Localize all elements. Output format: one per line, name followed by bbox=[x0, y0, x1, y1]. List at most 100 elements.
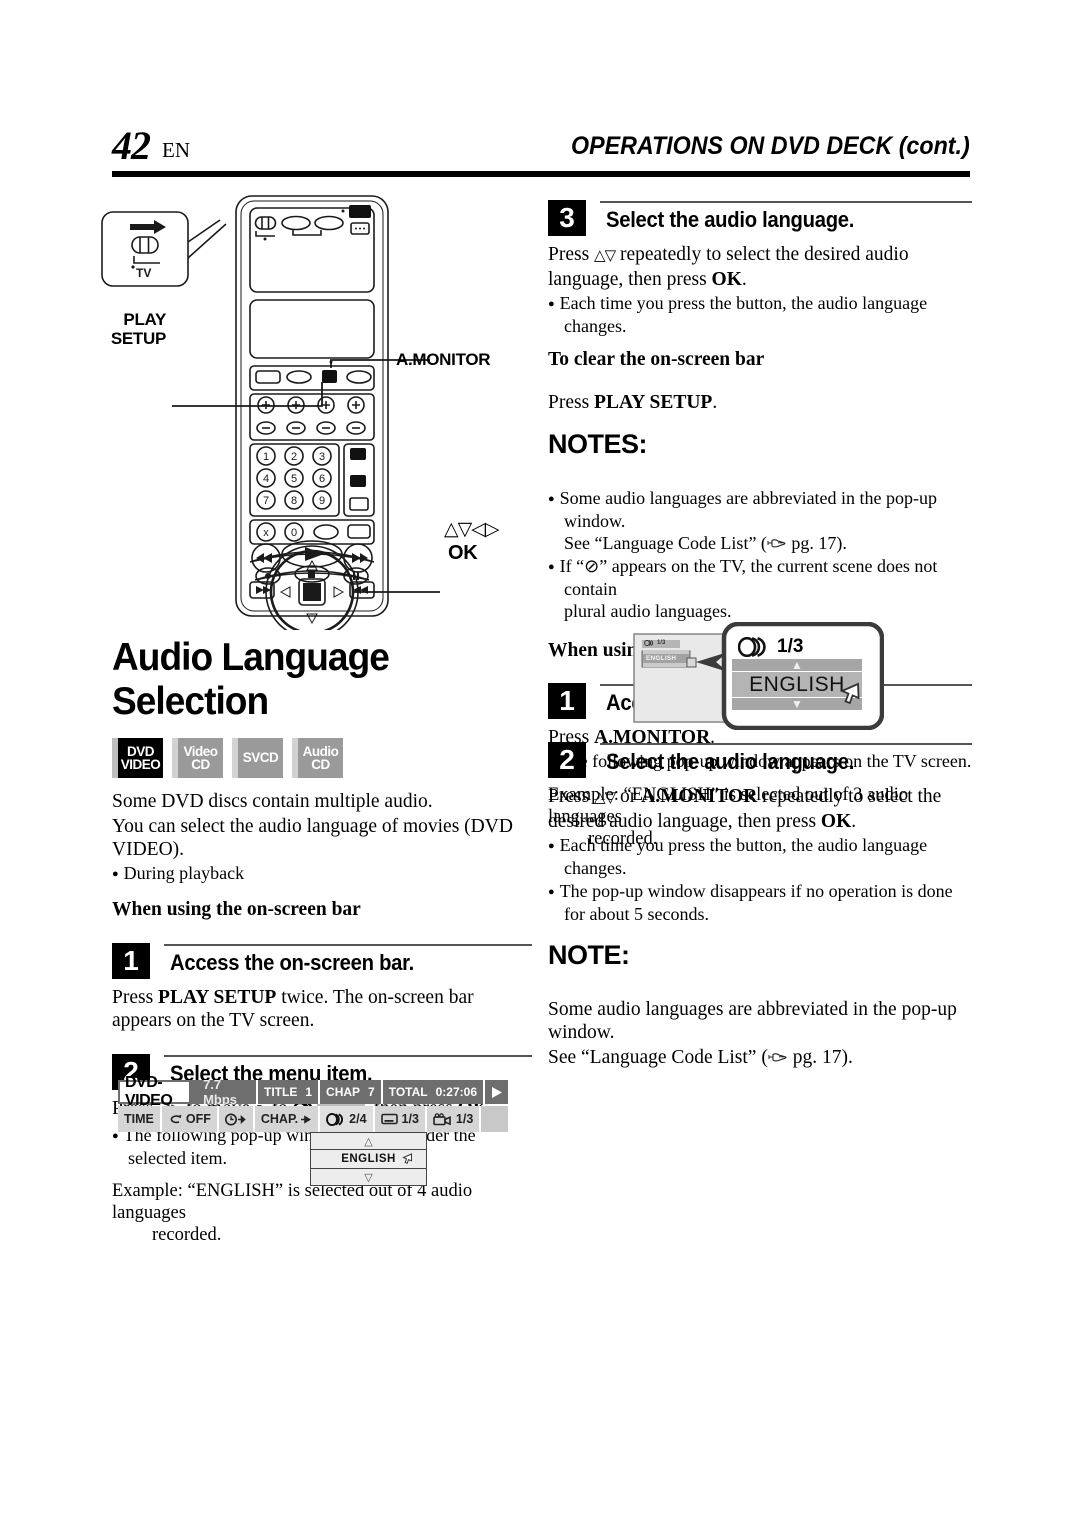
note1-line1: Some audio languages are abbreviated in … bbox=[559, 487, 938, 531]
step-title: Select the audio language. bbox=[606, 207, 855, 232]
svg-text:4: 4 bbox=[263, 473, 269, 485]
svg-text:1: 1 bbox=[263, 451, 269, 463]
osb-repeat-button[interactable]: OFF bbox=[161, 1106, 219, 1132]
osb-chapter-search-button[interactable]: CHAP. bbox=[254, 1106, 321, 1132]
a-monitor-callout: A.MONITOR bbox=[396, 350, 491, 369]
popup-up-glyph: ▲ bbox=[791, 658, 803, 672]
clear-end: . bbox=[712, 391, 718, 413]
badge-body: Audio CD bbox=[298, 738, 343, 778]
popup-down-glyph: ▼ bbox=[791, 697, 803, 711]
note-1: Some audio languages are abbreviated in … bbox=[548, 487, 972, 554]
section-title: OPERATIONS ON DVD DECK (cont.) bbox=[571, 132, 970, 160]
badge-audio-cd: Audio CD bbox=[292, 738, 343, 778]
step-rule bbox=[600, 743, 972, 745]
osb-bitrate: 7.7 Mbps bbox=[203, 1077, 238, 1107]
clear-on-screen-bar-body: Press PLAY SETUP. bbox=[548, 391, 972, 414]
tv-mini-value: ENGLISH bbox=[646, 655, 677, 662]
subheading-on-screen-bar: When using the on-screen bar bbox=[112, 899, 361, 920]
intro-line-1: Some DVD discs contain multiple audio. bbox=[112, 791, 433, 812]
play-setup-callout: PLAY SETUP bbox=[96, 310, 166, 348]
right-step-2-body: Press △▽ or A.MONITOR repeatedly to sele… bbox=[548, 785, 972, 833]
right-step-2-bullet-1: Each time you press the button, the audi… bbox=[548, 834, 972, 879]
osb-angle-value: 1/3 bbox=[455, 1112, 474, 1126]
osb-time-search-button[interactable] bbox=[218, 1106, 255, 1132]
page-header: 42 EN OPERATIONS ON DVD DECK (cont.) bbox=[112, 123, 970, 184]
on-screen-bar-illustration: DVD-VIDEO 7.7 Mbps TITLE 1 CHAP 7 TOTAL … bbox=[118, 1074, 508, 1186]
right-step-2-header: 2 Select the audio language. bbox=[548, 740, 972, 780]
intro-bullet: During playback bbox=[112, 862, 532, 885]
osb-disc-type: DVD-VIDEO bbox=[120, 1074, 190, 1109]
svg-text:9: 9 bbox=[319, 495, 325, 507]
osb-play-icon bbox=[483, 1080, 508, 1104]
note-line2-post: pg. 17). bbox=[787, 1047, 853, 1068]
badge-body: DVD VIDEO bbox=[118, 738, 163, 778]
page-language: EN bbox=[162, 138, 190, 162]
step-number: 2 bbox=[548, 742, 586, 778]
arrow-right-icon bbox=[301, 1114, 312, 1124]
svg-text:x: x bbox=[263, 527, 269, 539]
remote-control-illustration: 123 456 789 x0 TV PLAY SETUP A.MONITOR △… bbox=[100, 190, 530, 639]
badge-line2: VIDEO bbox=[120, 757, 161, 772]
r-step2-ok: OK bbox=[820, 811, 852, 832]
note2-line1: If “⊘” appears on the TV, the current sc… bbox=[559, 555, 938, 599]
step-rule bbox=[164, 943, 532, 946]
play-setup-label-line1: PLAY bbox=[123, 310, 166, 329]
osb-popup-value: ENGLISH bbox=[311, 1150, 426, 1169]
note1-line2-pre: See “Language Code List” ( bbox=[564, 532, 767, 553]
audio-icon bbox=[326, 1112, 344, 1126]
step-rule bbox=[164, 1054, 532, 1057]
osb-subtitle-button[interactable]: 1/3 bbox=[374, 1106, 427, 1132]
svg-text:6: 6 bbox=[319, 473, 325, 485]
step1-body-pre: Press bbox=[112, 986, 159, 1008]
right-step-3-header: 3 Select the audio language. bbox=[548, 198, 972, 238]
left-example: Example: “ENGLISH” is selected out of 4 … bbox=[112, 1180, 532, 1246]
badge-line1: Video bbox=[183, 743, 218, 759]
osb-chapter-segment: CHAP 7 bbox=[318, 1080, 381, 1104]
svg-text:8: 8 bbox=[291, 495, 297, 507]
badge-line1: Audio bbox=[302, 743, 339, 759]
osb-audio-button[interactable]: 2/4 bbox=[320, 1106, 375, 1132]
badge-line2: CD bbox=[191, 757, 210, 772]
arrow-keys-callout: △▽◁▷ bbox=[444, 519, 499, 540]
cursor-icon bbox=[840, 682, 860, 705]
osb-angle-button[interactable]: 1/3 bbox=[426, 1106, 482, 1132]
svg-text:5: 5 bbox=[291, 473, 297, 485]
note-line-2: See “Language Code List” ( pg. 17). bbox=[548, 1046, 972, 1069]
left-step-1-body: Press PLAY SETUP twice. The on-screen ba… bbox=[112, 986, 532, 1032]
note1-line2-post: pg. 17). bbox=[786, 532, 847, 553]
step3-body-end: . bbox=[741, 269, 747, 290]
osb-audio-value: 2/4 bbox=[349, 1112, 367, 1126]
popup-counter-row: 1/3 bbox=[738, 636, 803, 658]
badge-svcd: SVCD bbox=[232, 738, 283, 778]
remote-tv-label: TV bbox=[136, 266, 151, 280]
osb-popup-down-arrow[interactable]: ▽ bbox=[311, 1169, 426, 1185]
page-title: Audio Language Selection bbox=[112, 636, 390, 723]
badge-line1: DVD bbox=[126, 743, 155, 759]
note-line2-pre: See “Language Code List” ( bbox=[548, 1047, 768, 1068]
cursor-icon bbox=[401, 1153, 412, 1164]
svg-text:3: 3 bbox=[319, 451, 325, 463]
note-2: If “⊘” appears on the TV, the current sc… bbox=[548, 555, 972, 622]
osb-title-value: 1 bbox=[305, 1085, 313, 1099]
page-number: 42 bbox=[112, 123, 151, 168]
badge-body: Video CD bbox=[178, 738, 223, 778]
osb-popup-up-arrow[interactable]: △ bbox=[311, 1133, 426, 1150]
osb-chap-search-label: CHAP. bbox=[260, 1112, 299, 1126]
up-down-arrow-icon: △▽ bbox=[594, 248, 616, 264]
clear-bold: PLAY SETUP bbox=[594, 391, 713, 413]
r-step2-pre: Press bbox=[548, 786, 595, 807]
left-step-1-header: 1 Access the on-screen bar. bbox=[112, 941, 532, 981]
note1-line2: See “Language Code List” ( pg. 17). bbox=[564, 533, 847, 553]
intro-line-2: You can select the audio language of mov… bbox=[112, 816, 513, 860]
right-step-2-bullet-2: The pop-up window disappears if no opera… bbox=[548, 880, 972, 925]
step-number: 1 bbox=[548, 683, 586, 719]
tv-popup-illustration: 1/3 ENGLISH 1/3 ▲ ENGLISH ▼ bbox=[632, 621, 885, 731]
disc-type-badges: DVD VIDEO Video CD SVCD Audio CD bbox=[112, 738, 532, 778]
osb-total-segment: TOTAL 0:27:06 bbox=[380, 1080, 483, 1104]
clear-on-screen-bar-heading: To clear the on-screen bar bbox=[548, 349, 765, 370]
popup-value-text: ENGLISH bbox=[749, 672, 845, 696]
note2-line2: plural audio languages. bbox=[564, 600, 732, 621]
right-column-lower: 2 Select the audio language. Press △▽ or… bbox=[548, 738, 972, 1069]
popup-up-arrow[interactable]: ▲ bbox=[732, 659, 862, 671]
osb-time-button[interactable]: TIME bbox=[118, 1106, 162, 1132]
